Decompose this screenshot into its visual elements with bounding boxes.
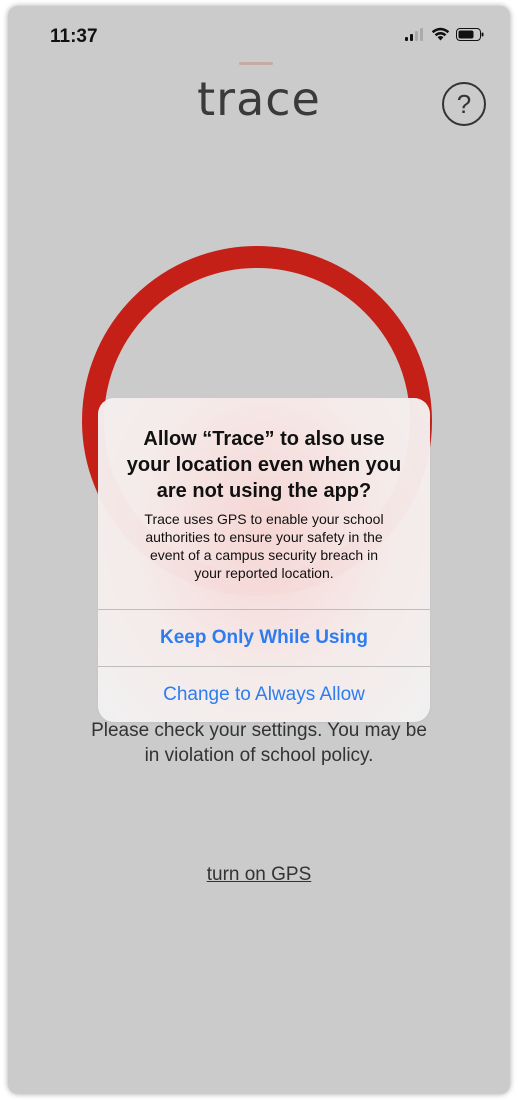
settings-warning-message: Please check your settings. You may be i… <box>48 718 470 768</box>
help-icon: ? <box>456 88 472 119</box>
change-to-always-allow-button[interactable]: Change to Always Allow <box>98 666 430 722</box>
status-time: 11:37 <box>50 26 98 47</box>
alert-title-line-3: are not using the app? <box>156 480 372 502</box>
alert-title-line-1: Allow “Trace” to also use <box>143 428 385 450</box>
alert-body: Allow “Trace” to also use your location … <box>98 398 430 609</box>
battery-icon <box>456 27 484 41</box>
alert-title: Allow “Trace” to also use your location … <box>112 426 416 504</box>
alert-message-line-2: authorities to ensure your safety in the <box>145 529 383 545</box>
wifi-icon <box>431 27 450 41</box>
signal-icon <box>405 27 423 41</box>
keep-only-while-using-button[interactable]: Keep Only While Using <box>98 609 430 666</box>
alert-message: Trace uses GPS to enable your school aut… <box>108 510 420 582</box>
status-icons <box>405 27 484 41</box>
alert-title-line-2: your location even when you <box>126 454 402 476</box>
help-button[interactable]: ? <box>442 82 486 126</box>
alert-message-line-1: Trace uses GPS to enable your school <box>144 511 384 527</box>
status-bar: 11:37 <box>8 6 510 50</box>
app-title: trace <box>197 72 321 126</box>
warning-line-2: in violation of school policy. <box>144 745 374 766</box>
location-permission-alert: Allow “Trace” to also use your location … <box>98 398 430 722</box>
header-divider <box>239 62 273 65</box>
turn-on-gps-link[interactable]: turn on GPS <box>8 864 510 886</box>
alert-message-line-3: event of a campus security breach in <box>149 547 378 563</box>
alert-message-line-4: your reported location. <box>194 565 334 581</box>
phone-screen: 11:37 trace ? Please check your settings… <box>8 6 510 1094</box>
